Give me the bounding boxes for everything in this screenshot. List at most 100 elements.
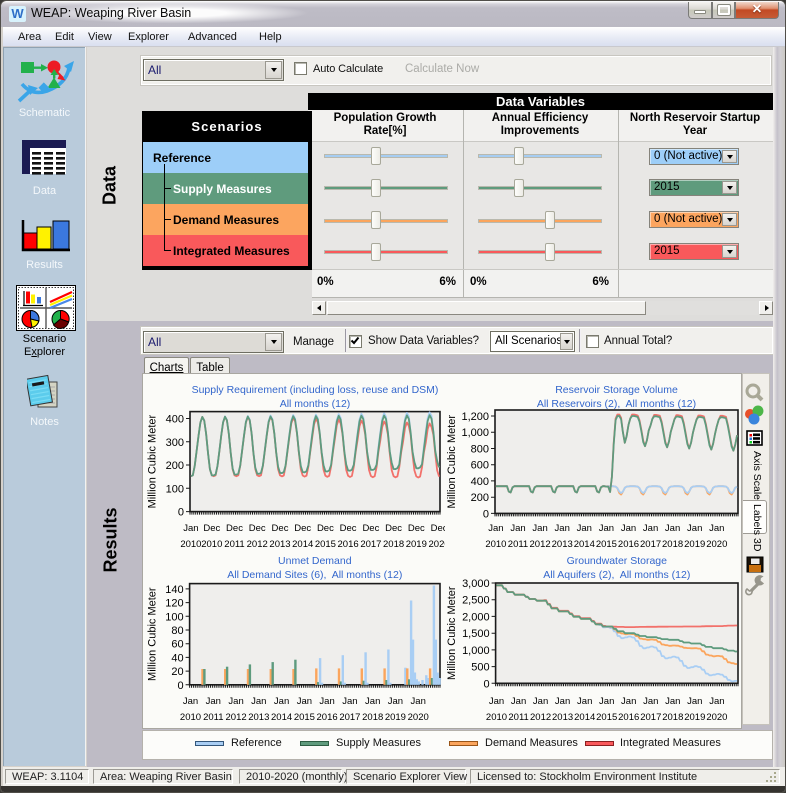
svg-text:2014: 2014	[574, 539, 595, 549]
svg-text:140: 140	[165, 584, 183, 596]
svg-text:2018: 2018	[662, 539, 683, 549]
svg-text:Jan: Jan	[274, 696, 289, 707]
svg-text:Jan: Jan	[643, 523, 658, 534]
svg-text:Million Cubic Meter: Million Cubic Meter	[147, 587, 159, 681]
svg-text:1,500: 1,500	[462, 628, 490, 640]
svg-text:Jan: Jan	[183, 523, 198, 534]
svg-text:2010: 2010	[486, 712, 507, 723]
svg-text:2016: 2016	[338, 539, 359, 549]
svg-text:Jan: Jan	[297, 696, 312, 707]
svg-text:Jan: Jan	[599, 696, 614, 707]
svg-text:2015: 2015	[294, 712, 315, 723]
svg-text:Jan: Jan	[342, 696, 357, 707]
svg-text:Jan: Jan	[388, 696, 403, 707]
svg-text:2011: 2011	[203, 712, 223, 723]
svg-text:Jan: Jan	[621, 523, 636, 534]
svg-text:Jan: Jan	[599, 523, 614, 534]
svg-text:Jan: Jan	[709, 696, 724, 707]
svg-text:2019: 2019	[406, 539, 427, 549]
svg-text:All Reservoirs (2), All month: All Reservoirs (2), All months (12)	[537, 398, 696, 410]
svg-text:2010: 2010	[201, 539, 222, 549]
svg-text:2017: 2017	[360, 539, 381, 549]
svg-text:120: 120	[165, 598, 183, 610]
svg-text:Supply Requirement (including: Supply Requirement (including loss, reus…	[192, 384, 439, 396]
svg-text:Jan: Jan	[555, 696, 570, 707]
svg-text:Dec: Dec	[317, 523, 334, 534]
svg-text:2015: 2015	[596, 712, 617, 723]
svg-text:2017: 2017	[640, 539, 661, 549]
svg-text:200: 200	[166, 460, 184, 472]
svg-text:Dec: Dec	[294, 523, 311, 534]
svg-text:0: 0	[483, 678, 489, 690]
svg-text:Jan: Jan	[365, 696, 380, 707]
svg-text:Jan: Jan	[687, 696, 702, 707]
svg-text:2020: 2020	[408, 712, 429, 723]
svg-text:2015: 2015	[315, 539, 336, 549]
svg-text:200: 200	[471, 492, 489, 504]
svg-text:20: 20	[171, 666, 183, 678]
svg-text:Jan: Jan	[621, 696, 636, 707]
svg-text:0: 0	[177, 680, 183, 692]
svg-text:Jan: Jan	[687, 523, 702, 534]
svg-text:2018: 2018	[362, 712, 383, 723]
svg-text:Dec: Dec	[340, 523, 357, 534]
svg-text:Million Cubic Meter: Million Cubic Meter	[446, 586, 458, 680]
svg-text:2020: 2020	[706, 539, 727, 549]
svg-text:2011: 2011	[224, 539, 244, 549]
svg-text:2014: 2014	[271, 712, 292, 723]
svg-text:2016: 2016	[317, 712, 338, 723]
svg-text:2020: 2020	[429, 539, 445, 549]
svg-text:Jan: Jan	[183, 696, 198, 707]
svg-text:Jan: Jan	[665, 523, 680, 534]
svg-text:Jan: Jan	[511, 696, 526, 707]
svg-text:2015: 2015	[596, 539, 617, 549]
svg-text:600: 600	[471, 460, 489, 472]
svg-text:1,000: 1,000	[461, 427, 489, 439]
svg-text:2017: 2017	[339, 712, 360, 723]
svg-text:2014: 2014	[574, 712, 595, 723]
svg-text:Jan: Jan	[533, 696, 548, 707]
svg-text:1,200: 1,200	[461, 411, 489, 423]
svg-text:Jan: Jan	[489, 696, 504, 707]
svg-text:100: 100	[166, 483, 184, 495]
svg-text:2010: 2010	[485, 539, 506, 549]
svg-text:2010: 2010	[180, 539, 201, 549]
svg-text:2019: 2019	[684, 712, 705, 723]
svg-text:Jan: Jan	[555, 523, 570, 534]
svg-text:2013: 2013	[552, 712, 573, 723]
svg-text:0: 0	[483, 508, 489, 520]
svg-text:Million Cubic Meter: Million Cubic Meter	[446, 415, 458, 509]
svg-text:2,500: 2,500	[462, 595, 490, 607]
svg-text:Dec: Dec	[385, 523, 402, 534]
svg-text:2,000: 2,000	[462, 611, 490, 623]
svg-text:400: 400	[166, 414, 184, 426]
svg-text:Dec: Dec	[226, 523, 243, 534]
svg-text:Jan: Jan	[251, 696, 266, 707]
svg-text:All months (12): All months (12)	[280, 398, 351, 410]
svg-text:Jan: Jan	[577, 696, 592, 707]
svg-text:2013: 2013	[269, 539, 290, 549]
svg-text:2016: 2016	[618, 712, 639, 723]
svg-text:Jan: Jan	[488, 523, 503, 534]
svg-text:1,000: 1,000	[462, 645, 490, 657]
svg-text:2018: 2018	[383, 539, 404, 549]
svg-text:Dec: Dec	[408, 523, 425, 534]
svg-text:Jan: Jan	[319, 696, 334, 707]
svg-text:Dec: Dec	[362, 523, 379, 534]
svg-text:Dec: Dec	[249, 523, 266, 534]
svg-text:Jan: Jan	[411, 696, 426, 707]
svg-text:All Demand Sites (6), All mon: All Demand Sites (6), All months (12)	[227, 569, 402, 581]
svg-text:Million Cubic Meter: Million Cubic Meter	[147, 415, 159, 509]
svg-text:Jan: Jan	[665, 696, 680, 707]
svg-text:2012: 2012	[530, 539, 551, 549]
svg-text:2014: 2014	[292, 539, 313, 549]
svg-text:0: 0	[178, 507, 184, 519]
svg-text:2017: 2017	[640, 712, 661, 723]
svg-text:All Aquifers (2), All months: All Aquifers (2), All months (12)	[543, 569, 690, 581]
svg-text:Dec: Dec	[431, 523, 445, 534]
svg-text:Jan: Jan	[643, 696, 658, 707]
svg-text:Jan: Jan	[510, 523, 525, 534]
svg-text:2018: 2018	[662, 712, 683, 723]
svg-text:2016: 2016	[618, 539, 639, 549]
svg-text:Jan: Jan	[532, 523, 547, 534]
